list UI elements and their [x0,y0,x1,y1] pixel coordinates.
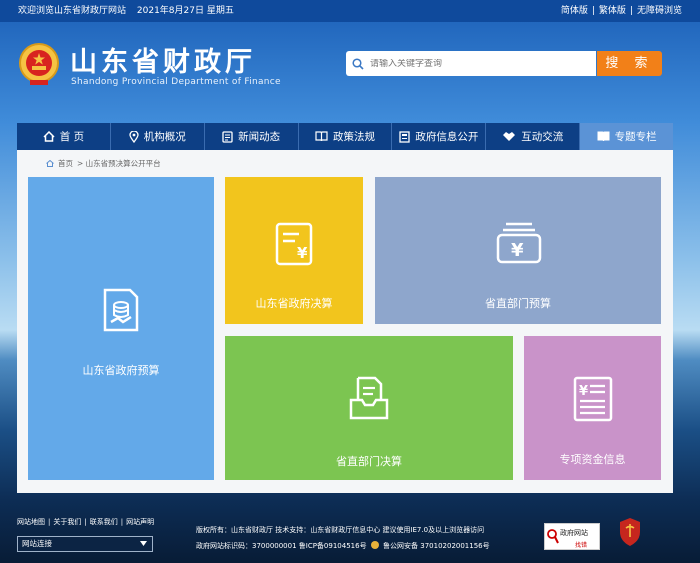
tile-label: 省直部门预算 [485,297,551,310]
tile-special-funds[interactable]: ¥ 专项资金信息 [524,336,661,480]
tile-label: 山东省政府决算 [255,297,333,310]
simplified-link[interactable]: 简体版 [561,6,588,16]
inbox-document-icon [349,376,389,420]
tile-label: 省直部门决算 [336,455,402,468]
nav-item-home[interactable]: 首 页 [17,123,111,150]
breadcrumb-home[interactable]: 首页 [58,158,73,169]
police-badge-icon [370,541,379,549]
magnifier-icon [547,529,559,544]
nav-label: 首 页 [59,131,85,143]
nav-item-organization[interactable]: 机构概况 [111,123,205,150]
accessible-link[interactable]: 无障碍浏览 [637,6,682,16]
search-input[interactable] [370,58,585,69]
money-box-icon: ¥ [496,222,542,264]
nav-label: 专题专栏 [614,131,657,143]
party-gov-agency-badge[interactable] [618,517,642,549]
tile-label: 山东省政府预算 [82,364,160,377]
top-bar-left: 欢迎浏览山东省财政厅网站 2021年8月27日 星期五 [18,0,242,22]
separator: | [629,6,633,16]
footer-links: 网站地图 | 关于我们 | 联系我们 | 网站声明 [17,517,154,527]
separator: | [84,518,87,526]
search-box [346,51,596,76]
top-bar: 欢迎浏览山东省财政厅网站 2021年8月27日 星期五 简体版 | 繁体版 | 无障碍浏… [0,0,700,22]
nav-item-news[interactable]: 新闻动态 [205,123,299,150]
home-icon [46,160,54,167]
document-icon [399,130,411,143]
handshake-icon [503,132,516,141]
copyright-line: 版权所有：山东省财政厅 技术支持：山东省财政厅信息中心 建议使用IE7.0及以上… [196,526,485,534]
party-emblem-icon [620,518,640,546]
nav-label: 新闻动态 [238,131,281,143]
nav-item-gov-info[interactable]: 政府信息公开 [392,123,487,150]
nav-label: 互动交流 [521,131,564,143]
nav-label: 政策法规 [333,131,375,143]
site-title[interactable]: 山东省财政厅 [70,40,256,79]
svg-text:¥: ¥ [297,244,308,262]
separator: | [120,518,124,526]
date-text: 2021年8月27日 星期五 [136,6,234,16]
version-switcher: 简体版 | 繁体版 | 无障碍浏览 [561,0,682,22]
nav-item-special-topics[interactable]: 专题专栏 [580,123,674,150]
open-book-icon [597,131,610,142]
traditional-link[interactable]: 繁体版 [599,6,626,16]
location-icon [129,130,139,143]
contact-link[interactable]: 联系我们 [90,518,118,526]
news-icon [222,130,233,143]
tile-provincial-budget[interactable]: 山东省政府预算 [28,177,214,480]
tile-department-final-accounts[interactable]: 省直部门决算 [225,336,513,480]
main-nav: 首 页 机构概况 新闻动态 政策法规 政府信息公开 互动交流 专题专栏 [17,123,674,150]
gov-site-error-badge[interactable]: 政府网站 找错 [544,523,600,550]
select-value: 网站连接 [22,539,52,548]
search-button[interactable]: 搜 索 [597,51,662,76]
police-record-text: 鲁公网安备 37010202001156号 [383,542,490,550]
site-subtitle: Shandong Provincial Department of Financ… [71,77,281,87]
nav-item-policy[interactable]: 政策法规 [299,123,393,150]
receipt-icon [103,288,139,332]
book-icon [315,131,328,142]
home-icon [43,131,55,142]
separator: | [591,6,595,16]
caret-down-icon [140,541,147,546]
registration-line: 政府网站标识码：3700000001 鲁ICP备09104516号 鲁公网安备 … [196,538,490,554]
gov-badge-title: 政府网站 [560,529,588,537]
about-link[interactable]: 关于我们 [53,518,81,526]
footer-info: 版权所有：山东省财政厅 技术支持：山东省财政厅信息中心 建议使用IE7.0及以上… [196,522,490,554]
separator: | [48,518,51,526]
tile-department-budget[interactable]: ¥ 省直部门预算 [375,177,661,324]
gov-badge-sub: 找错 [575,542,588,549]
breadcrumb: 首页 > 山东省预决算公开平台 [46,158,161,169]
svg-text:¥: ¥ [579,384,588,399]
nav-label: 机构概况 [143,131,186,143]
content-panel: 首页 > 山东省预决算公开平台 山东省政府预算 ¥ 山东省政府决算 ¥ 省直部门… [17,150,673,493]
yuan-list-icon: ¥ [573,376,613,422]
welcome-text: 欢迎浏览山东省财政厅网站 [18,6,127,16]
nav-label: 政府信息公开 [415,131,479,143]
icp-text: 政府网站标识码：3700000001 鲁ICP备09104516号 [196,542,367,550]
national-emblem-icon [18,42,60,86]
nav-item-interaction[interactable]: 互动交流 [486,123,581,150]
statement-link[interactable]: 网站声明 [126,518,154,526]
tile-provincial-final-accounts[interactable]: ¥ 山东省政府决算 [225,177,363,324]
search-icon [346,51,370,76]
tile-label: 专项资金信息 [559,453,626,466]
yuan-document-icon: ¥ [275,222,313,266]
site-links-select[interactable]: 网站连接 [17,536,153,552]
sitemap-link[interactable]: 网站地图 [17,518,45,526]
svg-text:¥: ¥ [511,240,524,261]
breadcrumb-current: > 山东省预决算公开平台 [77,159,161,168]
